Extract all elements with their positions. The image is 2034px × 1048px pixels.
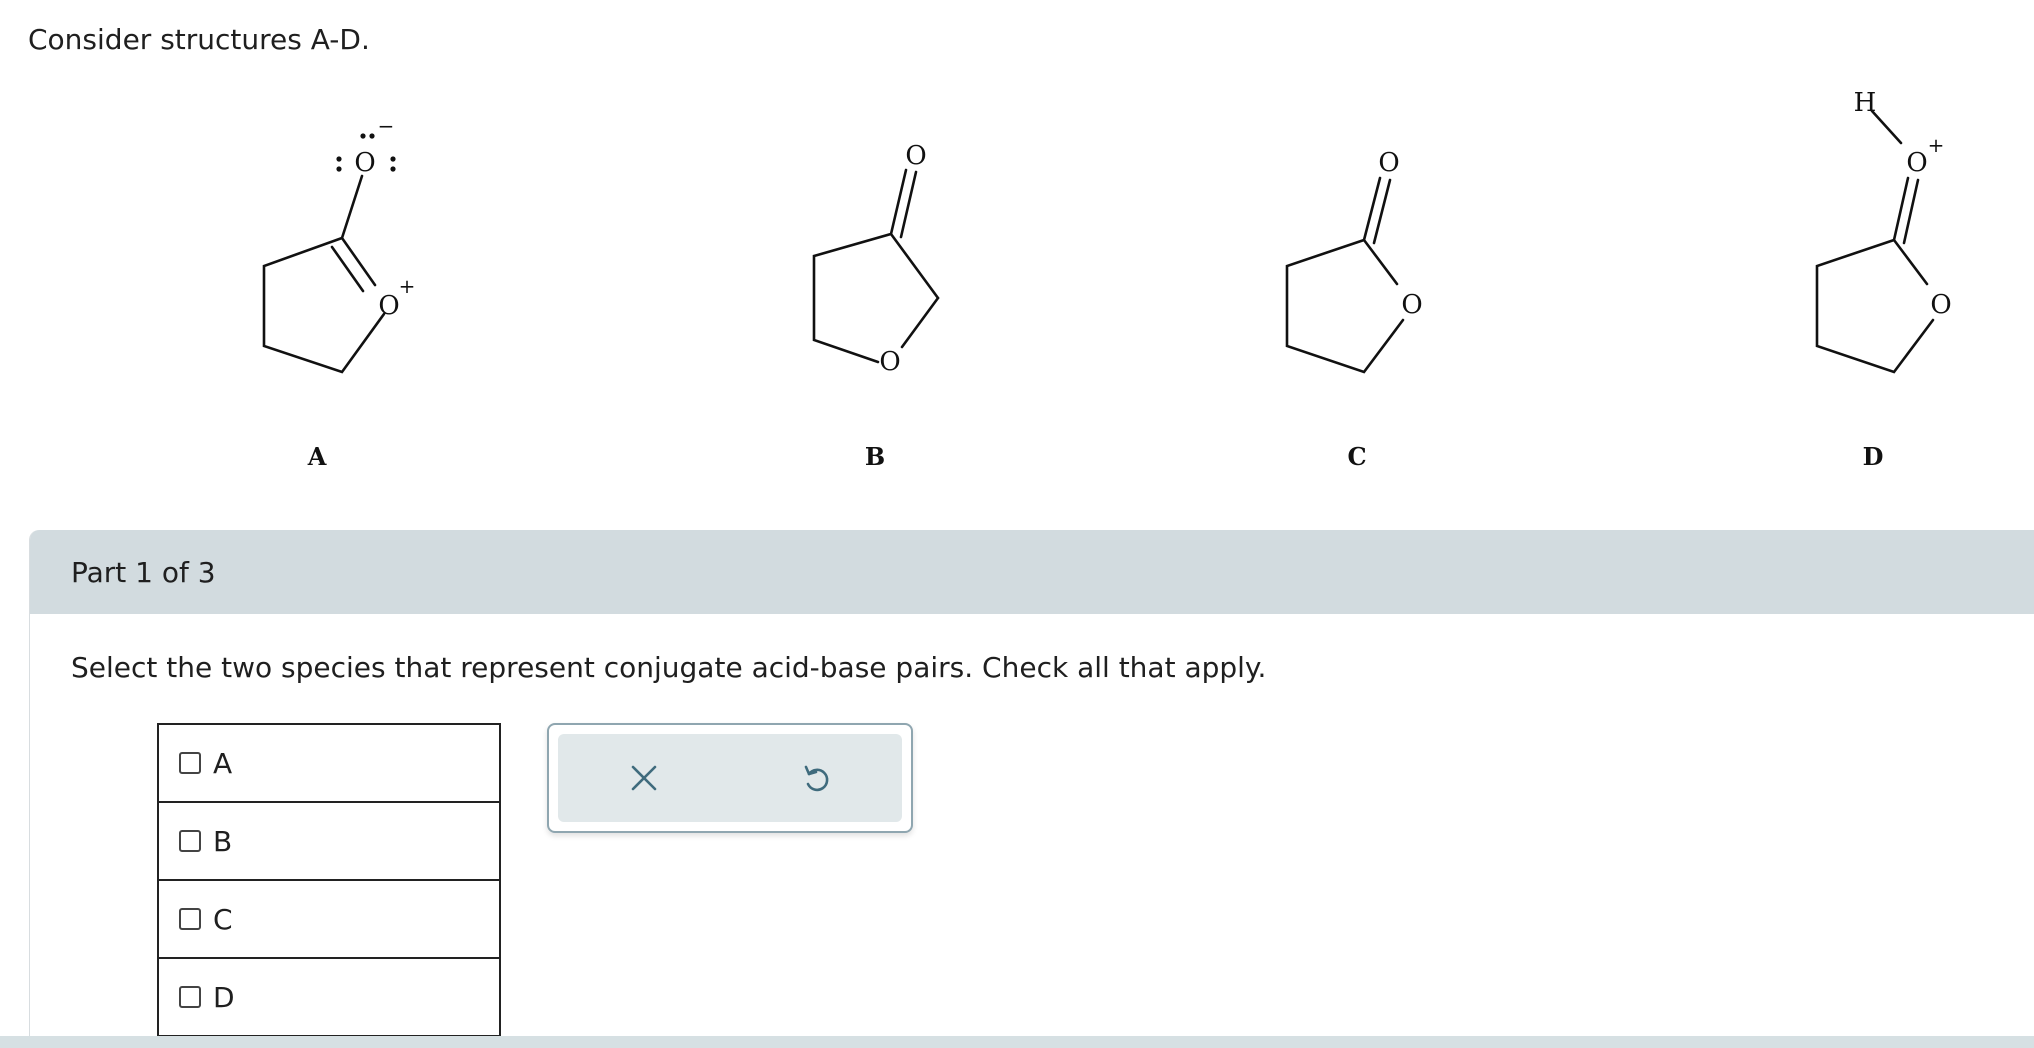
atom-o-ring: O	[1401, 290, 1422, 320]
structure-b: O O B	[812, 141, 940, 471]
structures-figure: O O − + A O O B O O C H O O + D	[262, 88, 1952, 471]
part-title: Part 1 of 3	[71, 555, 216, 589]
structure-label-a: A	[307, 442, 327, 471]
bottom-bar	[0, 1036, 2034, 1048]
atom-h: H	[1854, 88, 1877, 118]
choice-label: D	[213, 980, 235, 1014]
structure-label-c: C	[1347, 442, 1366, 471]
atom-o-ring: O	[378, 291, 399, 321]
part-panel: Part 1 of 3 Select the two species that …	[29, 530, 2034, 1048]
choice-d[interactable]: D	[159, 959, 499, 1037]
question-intro: Consider structures A-D.	[28, 23, 370, 56]
checkbox-b[interactable]	[179, 830, 201, 852]
undo-button[interactable]	[786, 748, 846, 808]
answer-choices: A B C D	[157, 723, 501, 1037]
structure-c: O O C	[1285, 148, 1423, 471]
checkbox-d[interactable]	[179, 986, 201, 1008]
choice-label: B	[213, 824, 233, 858]
close-icon	[631, 765, 657, 791]
clear-button[interactable]	[614, 748, 674, 808]
choice-c[interactable]: C	[159, 881, 499, 959]
structure-a: O O − + A	[262, 114, 416, 471]
question-prompt: Select the two species that represent co…	[71, 651, 1267, 684]
choice-a[interactable]: A	[159, 725, 499, 803]
charge-positive: +	[1928, 133, 1945, 157]
structure-d: H O O + D	[1815, 88, 1952, 471]
checkbox-a[interactable]	[179, 752, 201, 774]
atom-o-carbonyl: O	[354, 148, 375, 178]
choice-b[interactable]: B	[159, 803, 499, 881]
part-header: Part 1 of 3	[30, 530, 2034, 614]
atom-o-ring: O	[1930, 290, 1951, 320]
charge-positive: +	[399, 274, 416, 298]
atom-o-carbonyl: O	[1378, 148, 1399, 178]
answer-tools	[547, 723, 913, 833]
question-page: Consider structures A-D. O O − + A O O B…	[0, 0, 2034, 1048]
choice-label: C	[213, 902, 233, 936]
atom-o-ring: O	[879, 347, 900, 377]
answer-tools-bar	[558, 734, 902, 822]
checkbox-c[interactable]	[179, 908, 201, 930]
structure-label-b: B	[865, 442, 885, 471]
atom-o-carbonyl: O	[905, 141, 926, 171]
atom-o-protonated: O	[1906, 148, 1927, 178]
undo-icon	[804, 765, 829, 792]
choice-label: A	[213, 746, 233, 780]
charge-negative: −	[378, 114, 395, 138]
structure-label-d: D	[1863, 442, 1884, 471]
